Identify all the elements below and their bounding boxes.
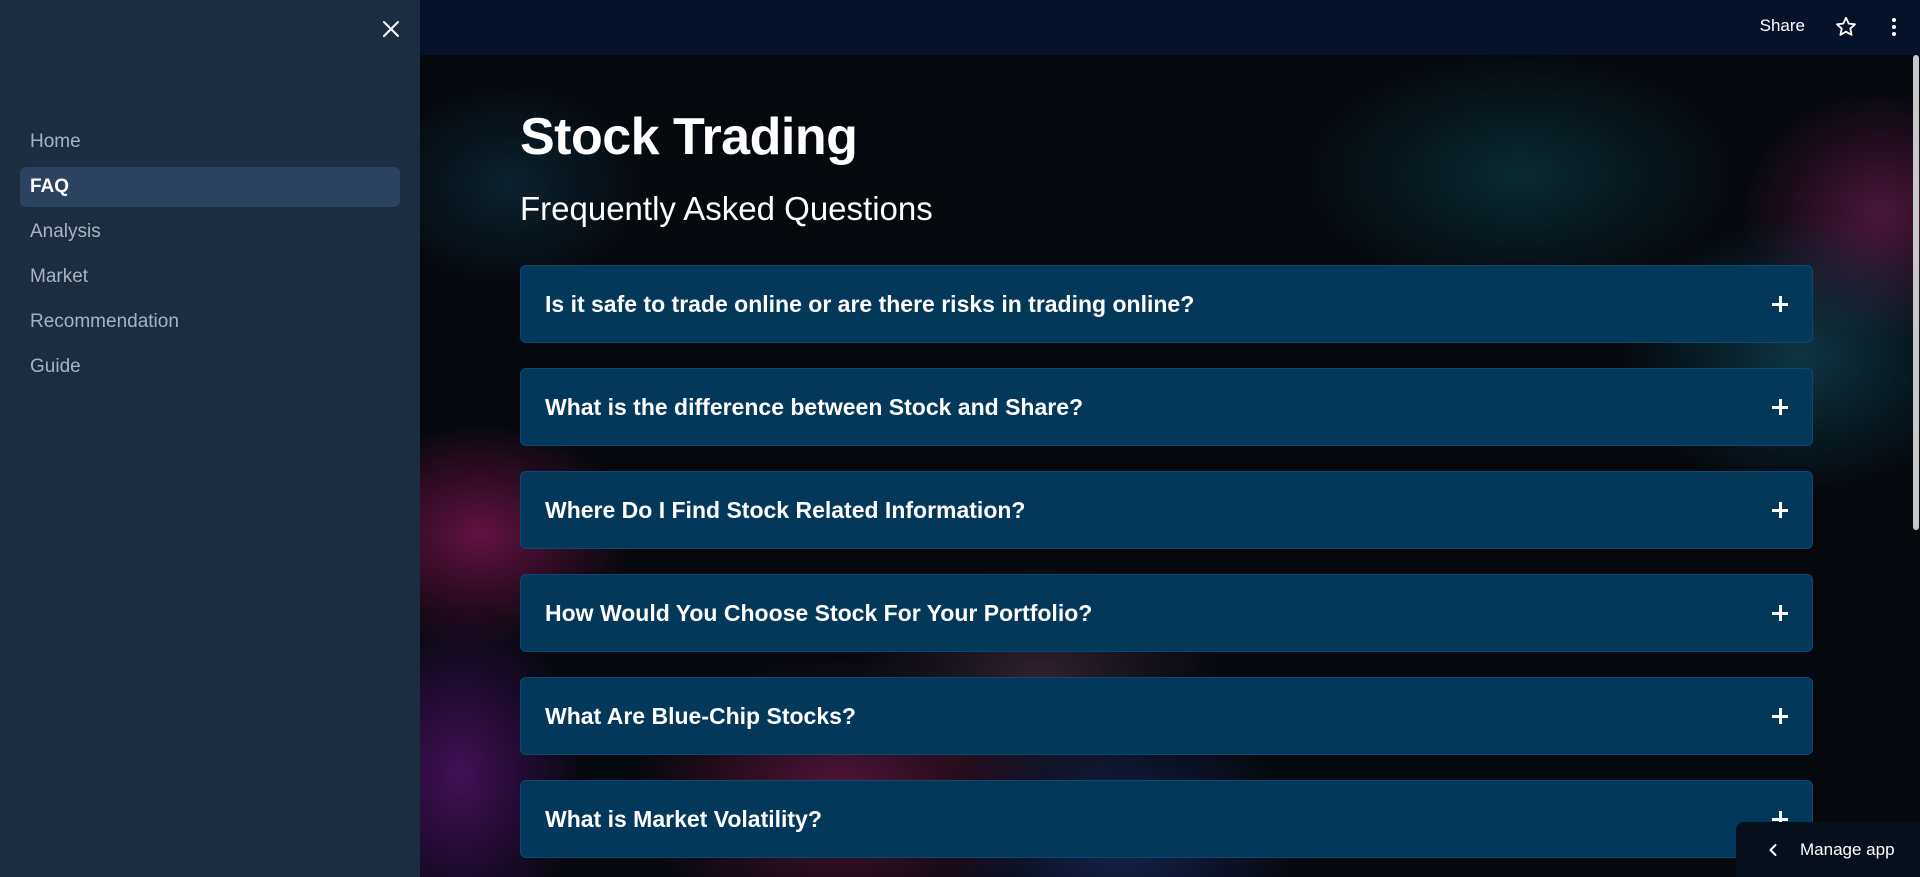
close-icon — [383, 21, 399, 37]
sidebar-item-market[interactable]: Market — [20, 257, 400, 297]
star-icon — [1836, 16, 1856, 36]
faq-question: What is the difference between Stock and… — [545, 393, 1084, 420]
faq-expander[interactable]: What is Market Volatility? — [520, 780, 1813, 858]
faq-question: What Are Blue-Chip Stocks? — [545, 702, 856, 729]
manage-app-button[interactable]: Manage app — [1736, 822, 1920, 877]
faq-expander[interactable]: Is it safe to trade online or are there … — [520, 265, 1813, 343]
page-title: Stock Trading — [520, 108, 858, 166]
sidebar-item-faq[interactable]: FAQ — [20, 167, 400, 207]
plus-icon — [1772, 399, 1788, 415]
close-sidebar-button[interactable] — [378, 16, 404, 42]
faq-expander[interactable]: Where Do I Find Stock Related Informatio… — [520, 471, 1813, 549]
chevron-left-icon — [1769, 843, 1777, 856]
sidebar-item-home[interactable]: Home — [20, 122, 400, 162]
faq-expander[interactable]: What is the difference between Stock and… — [520, 368, 1813, 446]
faq-question: Is it safe to trade online or are there … — [545, 290, 1195, 317]
top-header: Share — [420, 0, 1920, 55]
plus-icon — [1772, 502, 1788, 518]
plus-icon — [1772, 605, 1788, 621]
sidebar-nav: Home FAQ Analysis Market Recommendation … — [20, 122, 400, 392]
plus-icon — [1772, 296, 1788, 312]
sidebar-item-guide[interactable]: Guide — [20, 347, 400, 387]
favorite-button[interactable] — [1834, 15, 1858, 39]
faq-list: Is it safe to trade online or are there … — [520, 265, 1813, 858]
plus-icon — [1772, 708, 1788, 724]
faq-question: Where Do I Find Stock Related Informatio… — [545, 496, 1026, 523]
main-menu-button[interactable] — [1888, 15, 1900, 39]
page-subtitle: Frequently Asked Questions — [520, 190, 933, 227]
content-container: Stock Trading Frequently Asked Questions… — [520, 105, 1813, 877]
faq-expander[interactable]: How Would You Choose Stock For Your Port… — [520, 574, 1813, 652]
faq-expander[interactable]: What Are Blue-Chip Stocks? — [520, 677, 1813, 755]
sidebar-item-analysis[interactable]: Analysis — [20, 212, 400, 252]
vertical-scrollbar[interactable] — [1912, 55, 1920, 877]
sidebar-item-recommendation[interactable]: Recommendation — [20, 302, 400, 342]
scrollbar-thumb[interactable] — [1913, 55, 1919, 530]
faq-question: How Would You Choose Stock For Your Port… — [545, 599, 1093, 626]
manage-app-label: Manage app — [1800, 839, 1895, 859]
faq-question: What is Market Volatility? — [545, 805, 822, 832]
share-button[interactable]: Share — [1760, 16, 1805, 36]
sidebar: Home FAQ Analysis Market Recommendation … — [0, 0, 420, 877]
more-vertical-icon — [1892, 18, 1896, 22]
main-content: Stock Trading Frequently Asked Questions… — [420, 55, 1920, 877]
